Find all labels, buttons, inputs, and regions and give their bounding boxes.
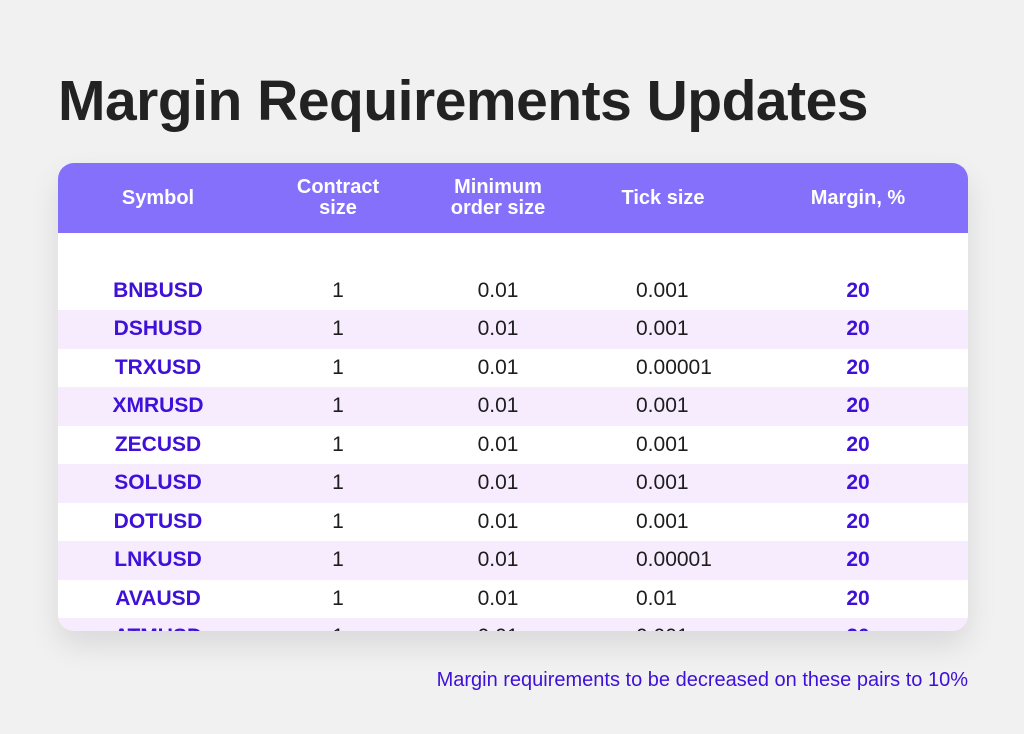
cell-contract-size: 1 xyxy=(332,509,344,533)
cell-symbol: AVAUSD xyxy=(115,586,201,610)
cell-tick-size: 0.00001 xyxy=(636,548,712,572)
cell-symbol: TRXUSD xyxy=(114,355,202,379)
cell-min-order-size: 0.01 xyxy=(477,432,519,456)
cell-min-order-size: 0.01 xyxy=(477,471,519,495)
cell-symbol: DOTUSD xyxy=(113,509,203,533)
table-row: TRXUSD 1 0.01 0.00001 20 xyxy=(58,349,968,388)
cell-margin: 20 xyxy=(846,471,870,495)
table-header-row: Symbol Contract size Minimum order size Ti… xyxy=(58,163,968,233)
cell-symbol: ATMUSD xyxy=(58,618,258,631)
cell-symbol: LNKUSD xyxy=(114,548,202,572)
table-row: ZECUSD 1 0.01 0.001 20 xyxy=(58,426,968,465)
cell-min-order-size: 0.01 xyxy=(477,509,519,533)
cell-contract-size: 1 xyxy=(332,471,344,495)
cell-margin: 20 xyxy=(846,548,870,572)
cell-contract-size: 1 xyxy=(332,432,344,456)
table-row: DOTUSD 1 0.01 0.001 20 xyxy=(58,503,968,542)
table-row: BNBUSD 1 0.01 0.001 20 xyxy=(58,272,968,311)
cell-contract-size: 1 xyxy=(332,586,344,610)
table-row: LNKUSD 1 0.01 0.00001 20 xyxy=(58,541,968,580)
cell-min-order-size: 0.01 xyxy=(477,278,519,302)
table-row: AVAUSD 1 0.01 0.01 20 xyxy=(58,580,968,619)
cell-margin: 20 xyxy=(846,432,870,456)
cell-tick-size: 0.01 xyxy=(636,586,677,610)
header-margin: Margin, % xyxy=(810,186,906,209)
cell-tick-size: 0.001 xyxy=(636,317,689,341)
cell-min-order-size: 0.01 xyxy=(477,548,519,572)
cell-symbol: BNBUSD xyxy=(113,278,203,302)
cell-min-order-size: 0.01 xyxy=(477,355,519,379)
cell-contract-size: 1 xyxy=(332,394,344,418)
cell-min-order-size: 0.01 xyxy=(477,394,519,418)
cell-tick-size: 0.001 xyxy=(636,278,689,302)
cell-margin: 20 xyxy=(846,509,870,533)
table-spacer xyxy=(58,233,968,272)
cell-symbol: DSHUSD xyxy=(113,317,203,341)
cell-tick-size: 0.00001 xyxy=(636,355,712,379)
header-min-order-size: Minimum order size xyxy=(450,176,546,219)
cell-contract-size: 1 xyxy=(332,355,344,379)
table-row: DSHUSD 1 0.01 0.001 20 xyxy=(58,310,968,349)
table-row: ATMUSD10.010.00120 xyxy=(58,618,968,631)
cell-contract-size: 1 xyxy=(258,618,418,631)
cell-symbol: ZECUSD xyxy=(114,432,202,456)
margin-table-card: Symbol Contract size Minimum order size Ti… xyxy=(58,163,968,631)
cell-margin: 20 xyxy=(846,317,870,341)
header-tick-size: Tick size xyxy=(621,186,705,209)
cell-tick-size: 0.001 xyxy=(636,471,689,495)
cell-symbol: XMRUSD xyxy=(112,394,204,418)
cell-margin: 20 xyxy=(846,586,870,610)
cell-contract-size: 1 xyxy=(332,278,344,302)
header-contract-size: Contract size xyxy=(296,176,380,219)
cell-margin: 20 xyxy=(846,278,870,302)
table-row: SOLUSD 1 0.01 0.001 20 xyxy=(58,464,968,503)
cell-tick-size: 0.001 xyxy=(578,618,748,631)
page-title: Margin Requirements Updates xyxy=(58,69,869,133)
cell-contract-size: 1 xyxy=(332,548,344,572)
cell-min-order-size: 0.01 xyxy=(477,586,519,610)
table-body: BNBUSD 1 0.01 0.001 20 DSHUSD 1 0.01 0.001 20 TRXU… xyxy=(58,233,968,631)
cell-min-order-size: 0.01 xyxy=(418,618,578,631)
cell-tick-size: 0.001 xyxy=(636,394,689,418)
footnote: Margin requirements to be decreased on t… xyxy=(436,669,968,691)
table-row: XMRUSD 1 0.01 0.001 20 xyxy=(58,387,968,426)
header-symbol: Symbol xyxy=(121,186,195,209)
cell-tick-size: 0.001 xyxy=(636,509,689,533)
cell-margin: 20 xyxy=(748,618,968,631)
cell-margin: 20 xyxy=(846,355,870,379)
cell-margin: 20 xyxy=(846,394,870,418)
cell-tick-size: 0.001 xyxy=(636,432,689,456)
cell-symbol: SOLUSD xyxy=(114,471,202,495)
cell-min-order-size: 0.01 xyxy=(477,317,519,341)
margin-requirements-table: Symbol Contract size Minimum order size Ti… xyxy=(58,163,968,631)
cell-contract-size: 1 xyxy=(332,317,344,341)
